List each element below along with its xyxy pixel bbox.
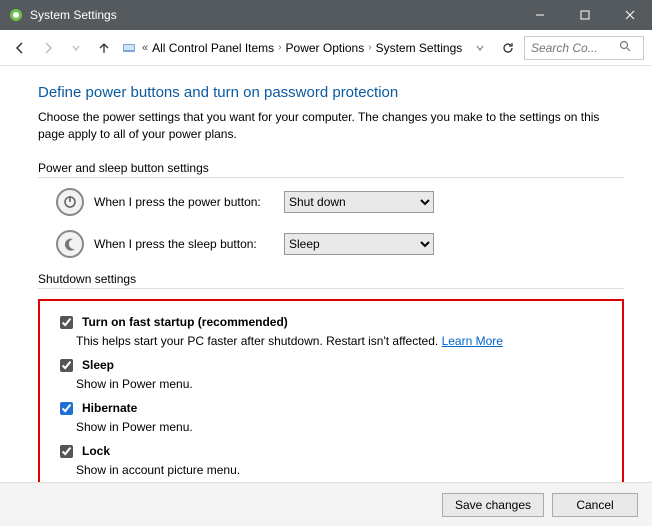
control-panel-icon <box>120 39 138 57</box>
sleep-checkbox[interactable] <box>60 359 73 372</box>
fast-startup-label: Turn on fast startup (recommended) <box>82 315 288 329</box>
forward-button[interactable] <box>36 36 60 60</box>
breadcrumb-item[interactable]: System Settings <box>376 41 463 55</box>
maximize-button[interactable] <box>562 0 607 30</box>
shutdown-group-label: Shutdown settings <box>38 272 624 286</box>
separator <box>38 288 624 289</box>
sleep-option-label: Sleep <box>82 358 114 372</box>
hibernate-checkbox[interactable] <box>60 402 73 415</box>
power-button-label: When I press the power button: <box>94 195 274 209</box>
sleep-button-select[interactable]: Sleep <box>284 233 434 255</box>
breadcrumb-prefix: « <box>142 42 148 54</box>
search-input[interactable] <box>529 40 619 56</box>
window-title: System Settings <box>30 8 517 22</box>
footer: Save changes Cancel <box>0 482 652 526</box>
power-button-row: When I press the power button: Shut down <box>56 188 624 216</box>
refresh-button[interactable] <box>496 36 520 60</box>
lock-option-label: Lock <box>82 444 110 458</box>
content-area: Define power buttons and turn on passwor… <box>0 66 652 509</box>
power-sleep-group-label: Power and sleep button settings <box>38 161 624 175</box>
chevron-right-icon: › <box>278 42 281 53</box>
breadcrumb[interactable]: « All Control Panel Items › Power Option… <box>120 39 464 57</box>
fast-startup-desc: This helps start your PC faster after sh… <box>76 334 612 348</box>
hibernate-option-desc: Show in Power menu. <box>76 420 612 434</box>
back-button[interactable] <box>8 36 32 60</box>
titlebar: System Settings <box>0 0 652 30</box>
page-title: Define power buttons and turn on passwor… <box>38 84 624 101</box>
page-intro: Choose the power settings that you want … <box>38 109 624 143</box>
lock-option-desc: Show in account picture menu. <box>76 463 612 477</box>
power-icon <box>56 188 84 216</box>
power-button-select[interactable]: Shut down <box>284 191 434 213</box>
recent-dropdown[interactable] <box>64 36 88 60</box>
search-icon <box>619 40 631 55</box>
sleep-option-desc: Show in Power menu. <box>76 377 612 391</box>
breadcrumb-dropdown[interactable] <box>468 36 492 60</box>
learn-more-link[interactable]: Learn More <box>442 334 503 348</box>
navbar: « All Control Panel Items › Power Option… <box>0 30 652 66</box>
fast-startup-checkbox[interactable] <box>60 316 73 329</box>
chevron-right-icon: › <box>368 42 371 53</box>
lock-option: Lock Show in account picture menu. <box>56 442 612 477</box>
hibernate-option-label: Hibernate <box>82 401 137 415</box>
cancel-button[interactable]: Cancel <box>552 493 638 517</box>
breadcrumb-item[interactable]: Power Options <box>286 41 365 55</box>
sleep-button-row: When I press the sleep button: Sleep <box>56 230 624 258</box>
minimize-button[interactable] <box>517 0 562 30</box>
up-button[interactable] <box>92 36 116 60</box>
sleep-button-label: When I press the sleep button: <box>94 237 274 251</box>
separator <box>38 177 624 178</box>
sleep-icon <box>56 230 84 258</box>
lock-checkbox[interactable] <box>60 445 73 458</box>
save-changes-button[interactable]: Save changes <box>442 493 544 517</box>
search-box[interactable] <box>524 36 644 60</box>
app-icon <box>8 7 24 23</box>
hibernate-option: Hibernate Show in Power menu. <box>56 399 612 434</box>
sleep-option: Sleep Show in Power menu. <box>56 356 612 391</box>
shutdown-settings-highlight: Turn on fast startup (recommended) This … <box>38 299 624 499</box>
breadcrumb-item[interactable]: All Control Panel Items <box>152 41 274 55</box>
close-button[interactable] <box>607 0 652 30</box>
fast-startup-option: Turn on fast startup (recommended) This … <box>56 313 612 348</box>
